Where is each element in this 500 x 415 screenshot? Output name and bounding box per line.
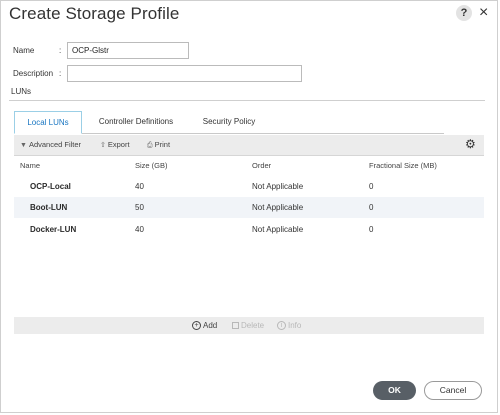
- add-label: Add: [203, 321, 218, 330]
- luns-tabs: Local LUNs Controller Definitions Securi…: [14, 111, 444, 134]
- export-label: Export: [107, 140, 130, 149]
- table-row[interactable]: Boot-LUN 50 Not Applicable 0: [14, 197, 484, 218]
- lun-fractional-size: 0: [369, 203, 374, 212]
- create-storage-profile-dialog: Create Storage Profile ? × Name : OCP-Gl…: [0, 0, 498, 413]
- info-button[interactable]: i Info: [277, 321, 302, 331]
- lun-size: 40: [135, 225, 144, 234]
- lun-order: Not Applicable: [252, 203, 304, 212]
- lun-fractional-size: 0: [369, 182, 374, 191]
- table-action-bar: + Add Delete i Info: [14, 317, 484, 334]
- luns-section-title: LUNs: [11, 87, 32, 96]
- export-button[interactable]: ⇧ Export: [100, 140, 130, 149]
- add-button[interactable]: + Add: [192, 321, 218, 331]
- print-button[interactable]: ⎙ Print: [147, 140, 170, 150]
- add-icon: +: [192, 321, 201, 331]
- lun-size: 40: [135, 182, 144, 191]
- column-header-size[interactable]: Size (GB): [135, 161, 168, 170]
- table-row[interactable]: Docker-LUN 40 Not Applicable 0: [14, 219, 484, 240]
- lun-name: OCP-Local: [30, 182, 71, 191]
- tab-controller-definitions[interactable]: Controller Definitions: [86, 111, 186, 132]
- ok-button[interactable]: OK: [373, 381, 416, 400]
- column-header-order[interactable]: Order: [252, 161, 271, 170]
- info-label: Info: [288, 321, 302, 330]
- lun-name: Docker-LUN: [30, 225, 77, 234]
- table-row[interactable]: OCP-Local 40 Not Applicable 0: [14, 176, 484, 197]
- column-header-name[interactable]: Name: [20, 161, 40, 170]
- delete-button[interactable]: Delete: [232, 321, 264, 330]
- print-icon: ⎙: [147, 142, 153, 149]
- lun-fractional-size: 0: [369, 225, 374, 234]
- lun-order: Not Applicable: [252, 225, 304, 234]
- description-colon: :: [59, 69, 62, 78]
- export-icon: ⇧: [100, 142, 106, 149]
- gear-icon[interactable]: ⚙: [465, 137, 476, 151]
- lun-name: Boot-LUN: [30, 203, 68, 212]
- info-icon: i: [277, 321, 286, 331]
- cancel-button[interactable]: Cancel: [424, 381, 482, 400]
- delete-icon: [232, 322, 239, 330]
- advanced-filter-button[interactable]: ▼ Advanced Filter: [20, 140, 81, 149]
- delete-label: Delete: [241, 321, 265, 330]
- description-label: Description: [13, 69, 54, 78]
- close-icon[interactable]: ×: [479, 3, 488, 23]
- section-divider: [9, 100, 485, 101]
- name-colon: :: [59, 46, 62, 55]
- name-label: Name: [13, 46, 35, 55]
- lun-order: Not Applicable: [252, 182, 304, 191]
- lun-size: 50: [135, 203, 144, 212]
- filter-icon: ▼: [20, 142, 27, 149]
- name-field[interactable]: OCP-Glstr: [67, 42, 189, 59]
- print-label: Print: [154, 140, 171, 149]
- tab-security-policy[interactable]: Security Policy: [190, 111, 268, 132]
- advanced-filter-label: Advanced Filter: [28, 140, 82, 149]
- column-header-fractional-size[interactable]: Fractional Size (MB): [369, 161, 437, 170]
- description-field[interactable]: [67, 65, 302, 82]
- dialog-title: Create Storage Profile: [9, 4, 180, 23]
- help-icon[interactable]: ?: [456, 5, 472, 21]
- table-toolbar: ▼ Advanced Filter ⇧ Export ⎙ Print ⚙: [14, 135, 484, 156]
- tab-local-luns[interactable]: Local LUNs: [14, 111, 82, 134]
